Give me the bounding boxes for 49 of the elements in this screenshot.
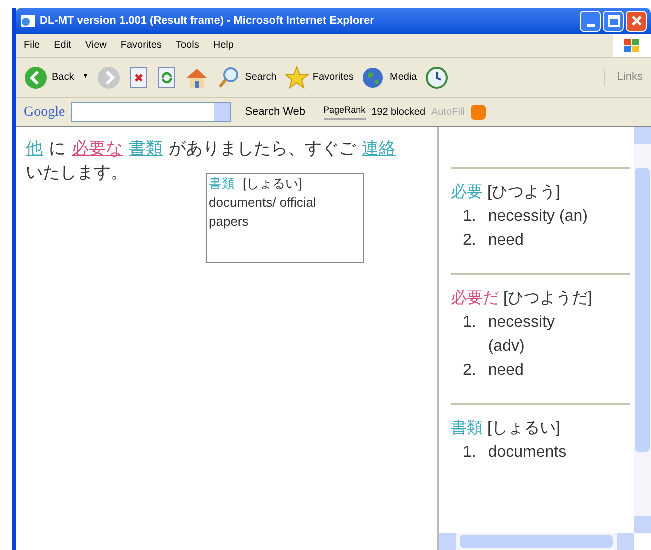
google-search-field[interactable] [71, 102, 232, 122]
sense-text: documents [488, 443, 568, 463]
sense-text: necessity (adv) [488, 313, 556, 357]
search-web-button[interactable]: Search Web [245, 104, 306, 120]
menu-item[interactable]: View [85, 38, 107, 53]
menu-item[interactable]: Help [213, 38, 234, 53]
browser-icon [20, 13, 36, 29]
refresh-icon[interactable] [157, 66, 178, 88]
pagerank-label: PageRank [324, 104, 366, 120]
entry-heading: 必要 [ひつよう] [451, 182, 562, 203]
globe-icon [362, 66, 386, 90]
sense-number: 2. [463, 361, 476, 381]
menu-item[interactable]: File [24, 38, 40, 53]
popup-reading: [しょるい] [243, 175, 302, 193]
sense-number: 1. [463, 207, 476, 227]
entry-heading: 必要だ [ひつようだ] [451, 288, 594, 309]
star-icon [284, 66, 309, 90]
sentence-text: に [49, 138, 66, 160]
google-logo: Google [24, 104, 66, 122]
close-button[interactable] [626, 10, 647, 32]
menu-item[interactable]: Edit [54, 38, 72, 53]
sentence-text: いたします。 [26, 162, 128, 184]
window-title: DL-MT version 1.001 (Result frame) - Microsoft Internet Explorer [40, 14, 376, 29]
history-clock-icon[interactable] [425, 66, 450, 90]
menu-item[interactable]: Favorites [120, 38, 162, 53]
sense-text: necessity (an) [488, 207, 588, 227]
menu-item[interactable]: Tools [176, 38, 200, 53]
sense-text: need [488, 361, 525, 381]
entry-heading: 書類 [しょるい] [451, 418, 562, 439]
popups-blocked-label[interactable]: 192 blocked [372, 104, 426, 120]
sense-number: 2. [463, 231, 476, 251]
toolbar-button[interactable]: Media [362, 66, 418, 90]
maximize-button[interactable] [603, 10, 624, 32]
sense-number: 1. [463, 313, 476, 333]
close-x-icon [630, 15, 642, 27]
toolbar-button[interactable]: Favorites [284, 66, 354, 90]
windows-logo-icon [623, 38, 641, 54]
sentence-text: がありましたら、すぐご [169, 138, 356, 160]
sense-number: 1. [463, 443, 476, 463]
popup-gloss: documents/ official papers [209, 194, 318, 231]
word-link[interactable]: 必要な [72, 137, 123, 161]
stop-icon[interactable] [129, 66, 150, 88]
popup-headword: 書類 [209, 175, 235, 193]
minimize-button[interactable] [580, 10, 601, 32]
toolbar-button[interactable]: Search [217, 66, 277, 90]
horizontal-scrollbar[interactable] [439, 533, 634, 550]
search-icon [217, 66, 242, 90]
vertical-scrollbar[interactable] [634, 127, 651, 533]
sense-text: need [488, 231, 525, 251]
